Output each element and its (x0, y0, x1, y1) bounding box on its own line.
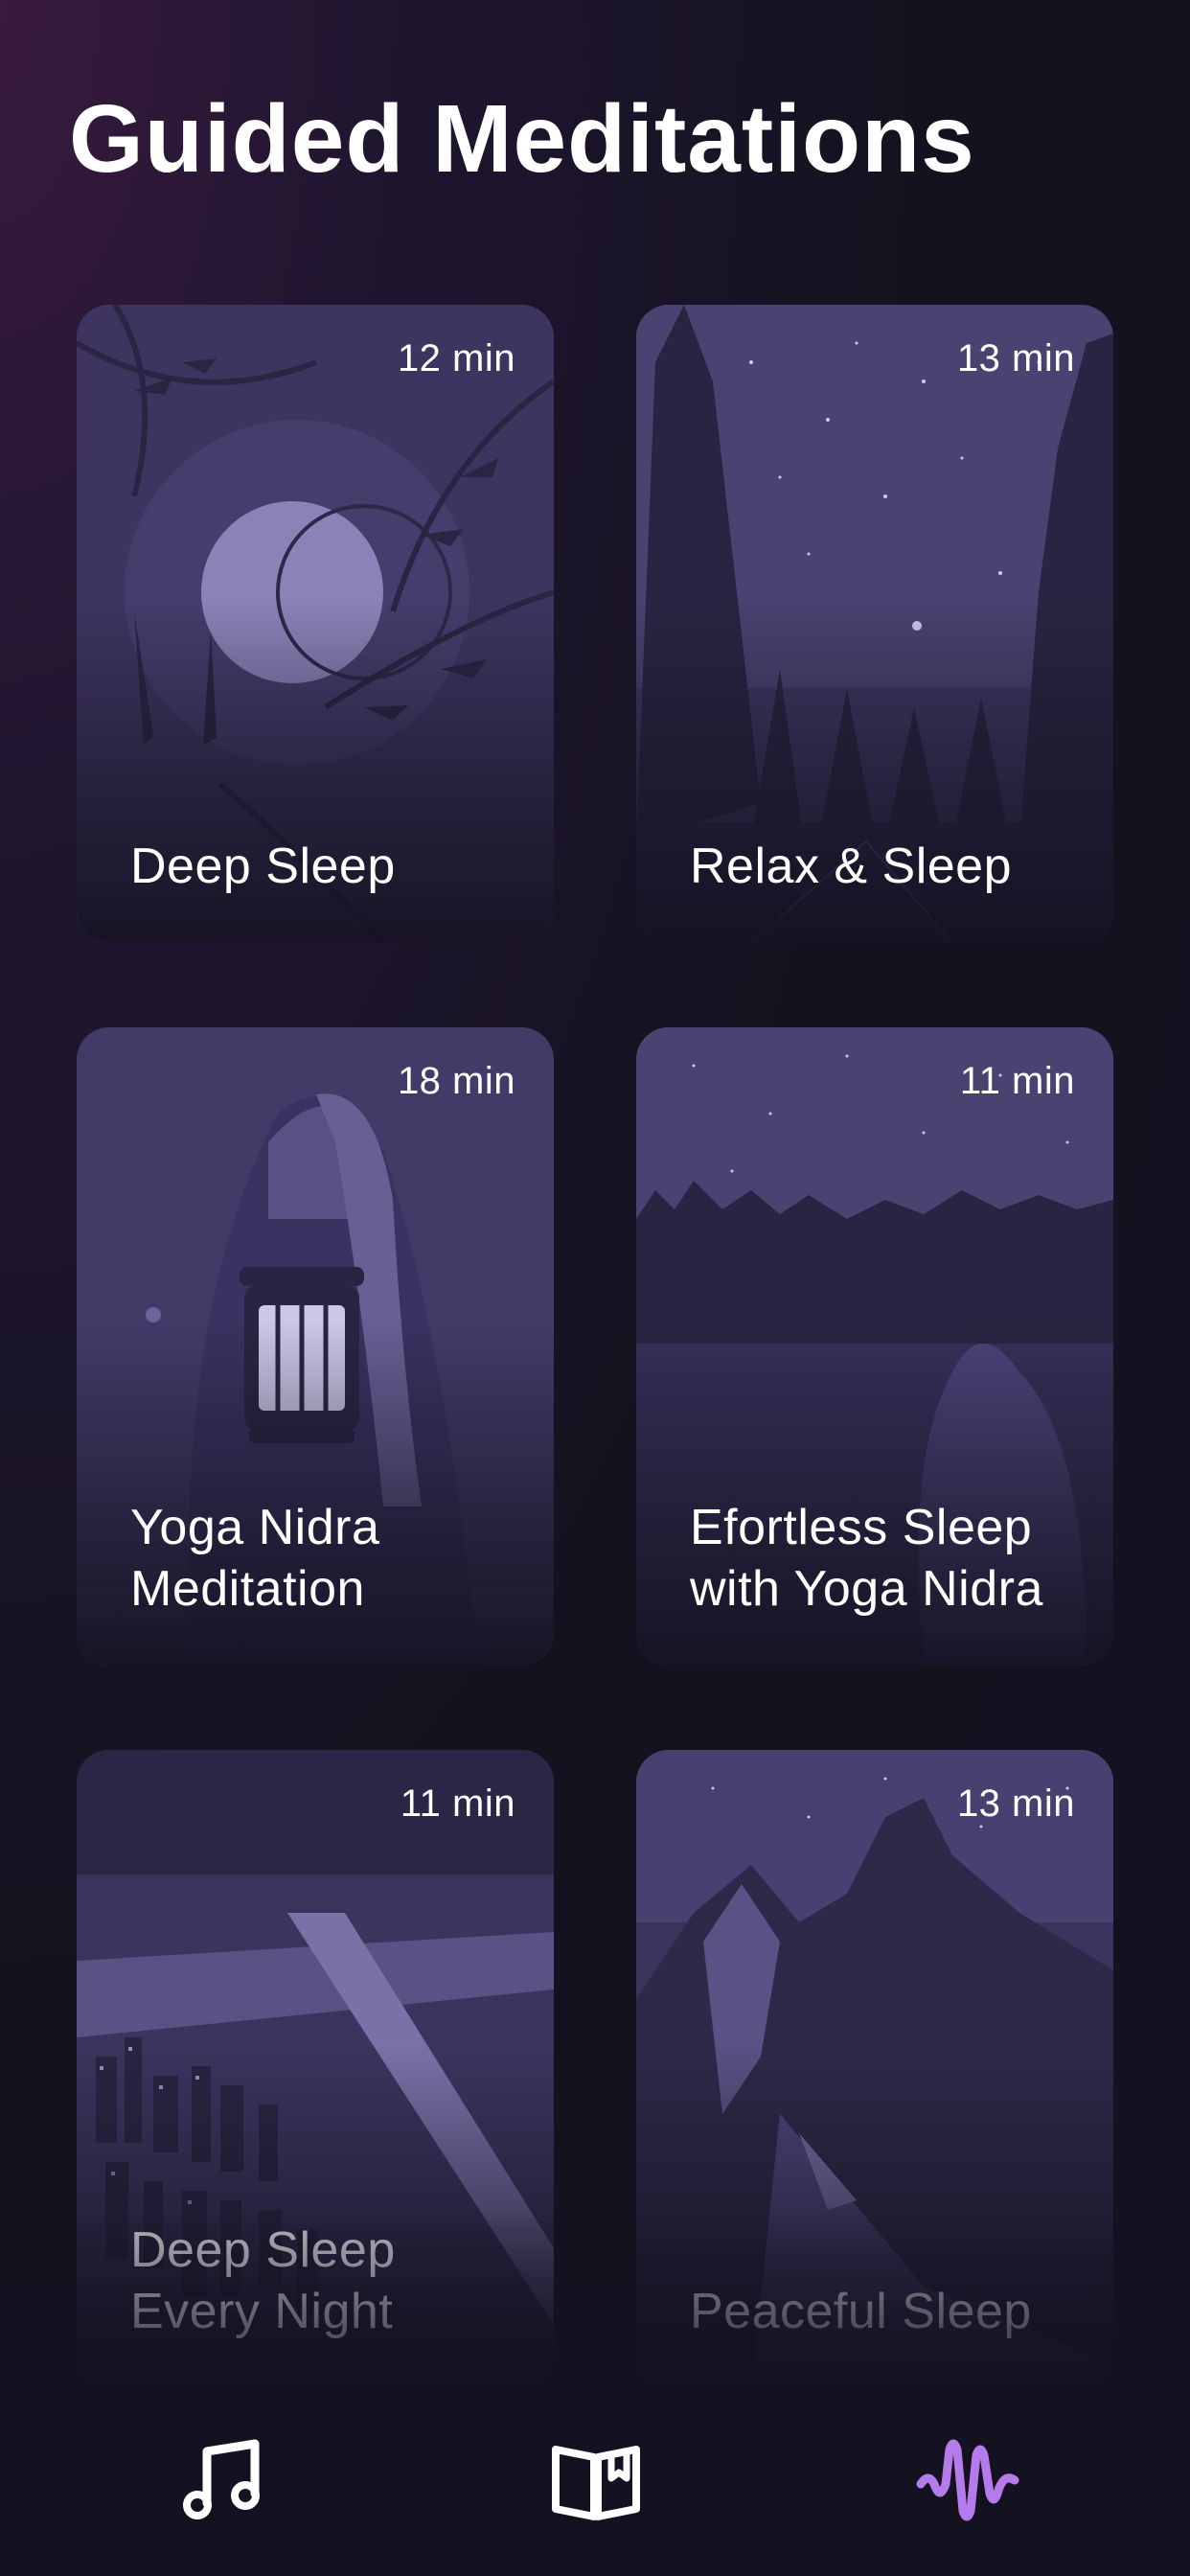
meditation-card-relax-sleep[interactable]: 13 min Relax & Sleep (636, 305, 1113, 943)
meditation-card-effortless-sleep[interactable]: 11 min Efortless Sleep with Yoga Nidra (636, 1027, 1113, 1666)
card-title: Relax & Sleep (690, 839, 1013, 894)
tab-library[interactable] (538, 2423, 653, 2538)
card-title: Deep Sleep Every Night (130, 2222, 396, 2339)
meditation-card-peaceful-sleep[interactable]: 13 min Peaceful Sleep (636, 1750, 1113, 2388)
duration-badge: 12 min (397, 337, 515, 380)
sound-wave-icon (916, 2439, 1019, 2521)
card-title: Deep Sleep (130, 839, 396, 894)
card-title: Peaceful Sleep (690, 2284, 1032, 2339)
meditation-card-yoga-nidra[interactable]: 18 min Yoga Nidra Meditation (77, 1027, 554, 1666)
tab-music[interactable] (167, 2423, 282, 2538)
duration-badge: 13 min (956, 1782, 1075, 1825)
meditation-card-deep-sleep-every-night[interactable]: 11 min Deep Sleep Every Night (77, 1750, 554, 2388)
duration-badge: 18 min (397, 1060, 515, 1102)
duration-badge: 11 min (400, 1782, 515, 1825)
duration-badge: 13 min (956, 337, 1075, 380)
music-note-icon (183, 2439, 260, 2519)
meditation-card-deep-sleep[interactable]: 12 min Deep Sleep (77, 305, 554, 943)
bottom-tab-bar (0, 2384, 1190, 2576)
book-icon (552, 2446, 640, 2520)
tab-meditations[interactable] (910, 2423, 1025, 2538)
page-title: Guided Meditations (69, 85, 975, 193)
duration-badge: 11 min (959, 1060, 1075, 1102)
card-title: Yoga Nidra Meditation (130, 1500, 380, 1617)
card-title: Efortless Sleep with Yoga Nidra (690, 1500, 1043, 1617)
